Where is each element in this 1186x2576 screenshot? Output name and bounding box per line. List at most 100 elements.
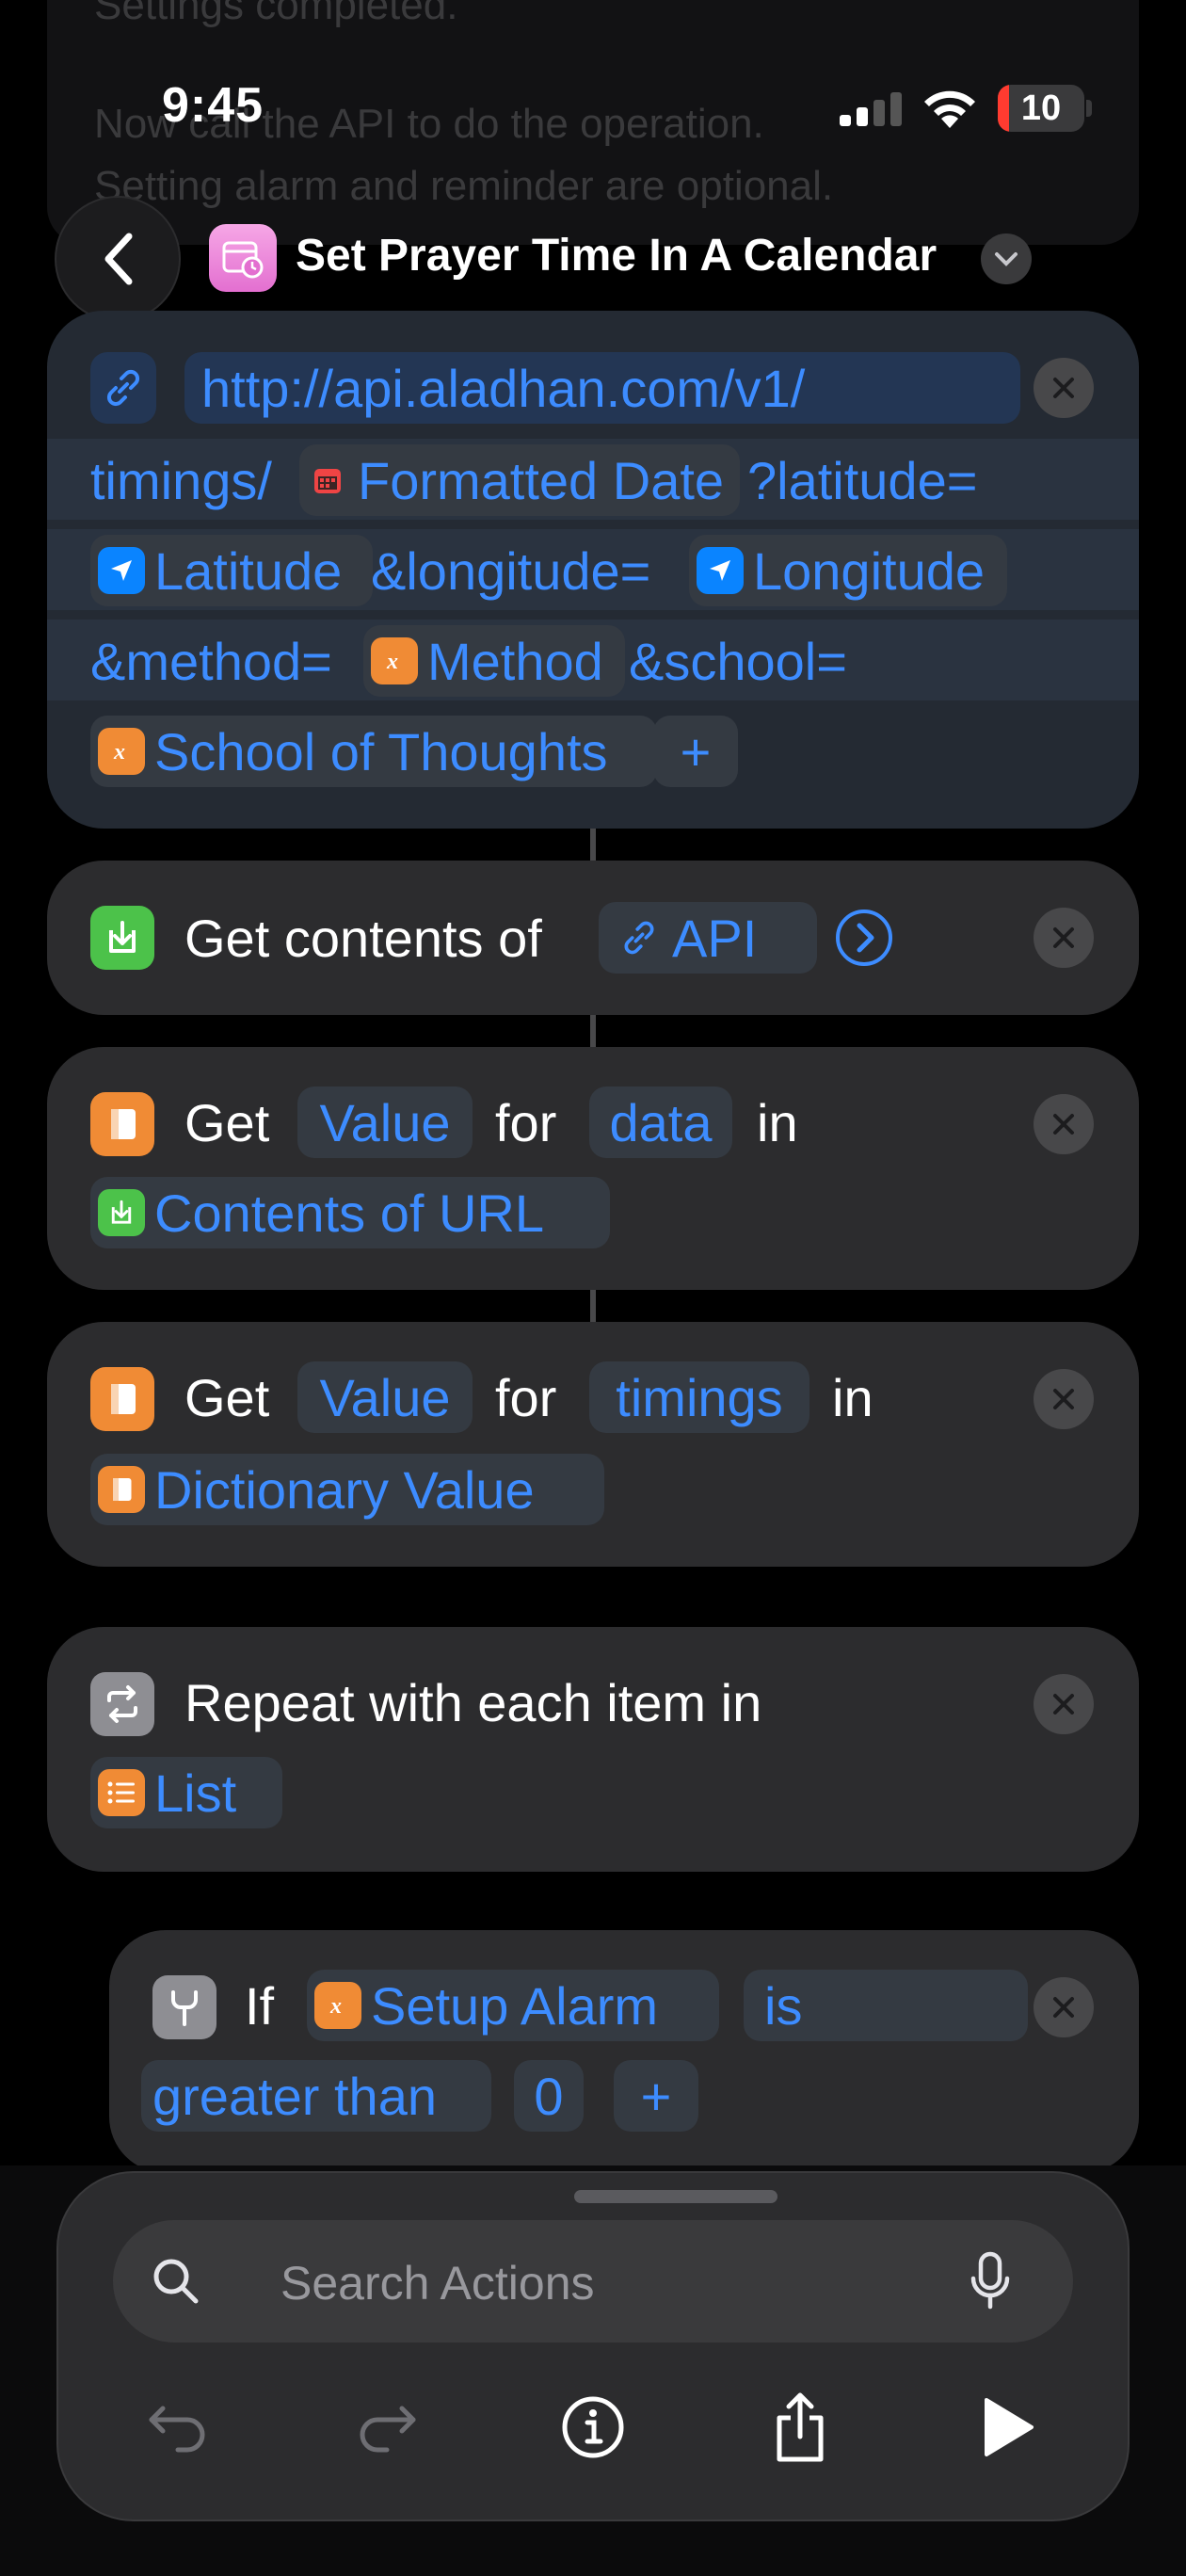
list-label: List — [154, 1763, 237, 1823]
info-button[interactable] — [546, 2380, 640, 2474]
condition-greater-than-token[interactable]: greater than — [141, 2060, 491, 2132]
list-token[interactable]: List — [90, 1757, 282, 1828]
download-icon — [98, 1189, 145, 1236]
panel-grabber[interactable] — [574, 2190, 777, 2203]
remove-get-contents-button[interactable] — [1034, 908, 1094, 968]
get-label: Get — [184, 1368, 270, 1427]
url-text-line1[interactable]: http://api.aladhan.com/v1/ — [184, 352, 1020, 424]
contents-of-url-label: Contents of URL — [154, 1183, 544, 1243]
key-timings-token[interactable]: timings — [589, 1361, 809, 1433]
play-icon — [985, 2398, 1034, 2456]
dictionary-book-icon — [90, 1367, 154, 1431]
chevron-down-icon — [995, 252, 1018, 266]
close-icon — [1053, 1389, 1074, 1409]
url-text-method-param[interactable]: &method= — [90, 631, 332, 692]
svg-text:x: x — [113, 740, 125, 765]
microphone-icon[interactable] — [966, 2250, 1015, 2312]
get-value-data-card[interactable] — [47, 1047, 1139, 1290]
repeat-card[interactable] — [47, 1627, 1139, 1872]
status-time: 9:45 — [162, 78, 264, 133]
setup-alarm-token[interactable]: x Setup Alarm — [307, 1970, 719, 2041]
show-more-button[interactable] — [834, 908, 894, 973]
url-text-longitude-param[interactable]: &longitude= — [371, 540, 650, 602]
wifi-icon — [924, 90, 975, 128]
redo-icon — [360, 2406, 416, 2453]
longitude-token[interactable]: Longitude — [689, 535, 1007, 606]
in-label: in — [832, 1368, 873, 1427]
variable-x-icon: x — [371, 637, 418, 684]
url-text-timings[interactable]: timings/ — [90, 450, 272, 511]
condition-is-token[interactable]: is — [744, 1970, 1028, 2041]
longitude-label: Longitude — [753, 540, 986, 601]
connector — [590, 1015, 596, 1047]
battery-nub — [1086, 100, 1092, 117]
method-token[interactable]: x Method — [363, 625, 625, 697]
latitude-label: Latitude — [154, 540, 343, 601]
school-of-thoughts-token[interactable]: x School of Thoughts — [90, 716, 657, 787]
remove-if-button[interactable] — [1034, 1977, 1094, 2037]
url-text-latitude-param[interactable]: ?latitude= — [747, 450, 977, 511]
close-icon — [1053, 1114, 1074, 1135]
repeat-label: Repeat with each item in — [184, 1673, 762, 1732]
dictionary-value-label: Dictionary Value — [154, 1459, 535, 1520]
shortcut-title[interactable]: Set Prayer Time In A Calendar — [296, 230, 937, 282]
close-icon — [1053, 1997, 1074, 2018]
close-icon — [1053, 1694, 1074, 1715]
dictionary-book-icon — [98, 1466, 145, 1513]
redo-button[interactable] — [339, 2380, 433, 2474]
back-button[interactable] — [56, 198, 179, 320]
repeat-icon — [90, 1672, 154, 1736]
location-arrow-icon — [697, 547, 744, 594]
search-actions-field[interactable]: Search Actions — [113, 2220, 1073, 2343]
remove-get-value-button[interactable] — [1034, 1369, 1094, 1429]
method-label: Method — [427, 631, 603, 691]
share-icon — [777, 2392, 824, 2462]
search-icon — [153, 2259, 199, 2304]
get-value-timings-card[interactable] — [47, 1322, 1139, 1567]
status-bar: 9:45 10 — [0, 0, 1186, 217]
for-label: for — [495, 1093, 557, 1152]
remove-get-value-button[interactable] — [1034, 1094, 1094, 1154]
share-button[interactable] — [753, 2380, 847, 2474]
download-icon — [90, 906, 154, 970]
dictionary-book-icon — [90, 1092, 154, 1156]
url-text-school-param[interactable]: &school= — [629, 631, 847, 692]
remove-url-action-button[interactable] — [1034, 358, 1094, 418]
connector — [590, 1290, 596, 1322]
in-label: in — [757, 1093, 798, 1152]
undo-button[interactable] — [132, 2380, 226, 2474]
for-label: for — [495, 1368, 557, 1427]
svg-text:x: x — [386, 650, 398, 674]
top-bar: Set Prayer Time In A Calendar — [0, 188, 1186, 320]
info-icon — [562, 2396, 624, 2458]
run-button[interactable] — [960, 2380, 1054, 2474]
remove-repeat-button[interactable] — [1034, 1674, 1094, 1734]
key-data-token[interactable]: data — [589, 1087, 732, 1158]
add-url-variable-button[interactable]: + — [653, 716, 738, 787]
get-label: Get — [184, 1093, 270, 1152]
calendar-clock-icon — [209, 224, 277, 292]
add-condition-button[interactable]: + — [614, 2060, 698, 2132]
action-search-panel: Search Actions — [58, 2173, 1128, 2520]
link-icon — [616, 914, 663, 961]
api-token[interactable]: API — [599, 902, 817, 974]
api-label: API — [672, 908, 758, 968]
list-icon — [98, 1769, 145, 1816]
search-placeholder: Search Actions — [280, 2257, 595, 2310]
condition-value-token[interactable]: 0 — [514, 2060, 584, 2132]
battery-level: 10 — [1020, 89, 1062, 128]
value-token[interactable]: Value — [297, 1361, 473, 1433]
dictionary-value-token[interactable]: Dictionary Value — [90, 1454, 604, 1525]
value-token[interactable]: Value — [297, 1087, 473, 1158]
if-card[interactable] — [109, 1930, 1139, 2173]
connector — [590, 829, 596, 861]
svg-text:x: x — [329, 1994, 342, 2019]
chevron-left-icon — [104, 233, 133, 285]
contents-of-url-token[interactable]: Contents of URL — [90, 1177, 610, 1248]
latitude-token[interactable]: Latitude — [90, 535, 373, 606]
close-icon — [1053, 378, 1074, 398]
formatted-date-token[interactable]: Formatted Date — [299, 444, 740, 516]
title-menu-button[interactable] — [981, 233, 1032, 284]
url-icon-pill — [90, 352, 156, 424]
battery-icon: 10 — [998, 85, 1084, 132]
